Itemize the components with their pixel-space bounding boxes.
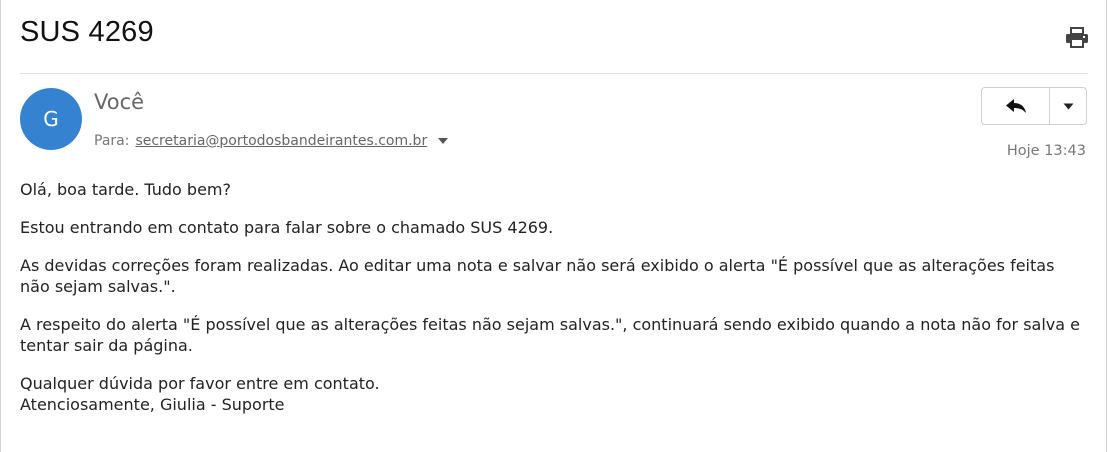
avatar: G <box>20 88 82 150</box>
body-closing: Qualquer dúvida por favor entre em conta… <box>20 374 380 393</box>
caret-down-icon <box>438 138 449 144</box>
email-subject: SUS 4269 <box>20 16 154 48</box>
body-signature: Atenciosamente, Giulia - Suporte <box>20 395 285 414</box>
body-paragraph: A respeito do alerta "É possível que as … <box>20 315 1080 355</box>
recipients-row: Para: secretaria@portodosbandeirantes.co… <box>94 133 449 149</box>
print-button[interactable] <box>1064 26 1090 50</box>
reply-button[interactable] <box>982 88 1050 124</box>
reply-icon <box>1005 99 1026 113</box>
body-greeting: Olá, boa tarde. Tudo bem? <box>20 180 231 199</box>
timestamp: Hoje 13:43 <box>1006 143 1086 159</box>
reply-button-group <box>981 87 1087 125</box>
more-actions-button[interactable] <box>1050 88 1086 124</box>
header-divider <box>20 73 1088 74</box>
email-body: Olá, boa tarde. Tudo bem? Estou entrando… <box>20 179 1080 415</box>
chevron-down-icon <box>1063 103 1073 109</box>
sender-name: Você <box>94 90 145 114</box>
recipient-address[interactable]: secretaria@portodosbandeirantes.com.br <box>135 133 427 149</box>
to-label: Para: <box>94 133 130 149</box>
body-paragraph: Estou entrando em contato para falar sob… <box>20 218 554 237</box>
print-icon <box>1066 27 1088 48</box>
body-paragraph: As devidas correções foram realizadas. A… <box>20 256 1055 296</box>
show-recipients-button[interactable] <box>437 137 449 145</box>
